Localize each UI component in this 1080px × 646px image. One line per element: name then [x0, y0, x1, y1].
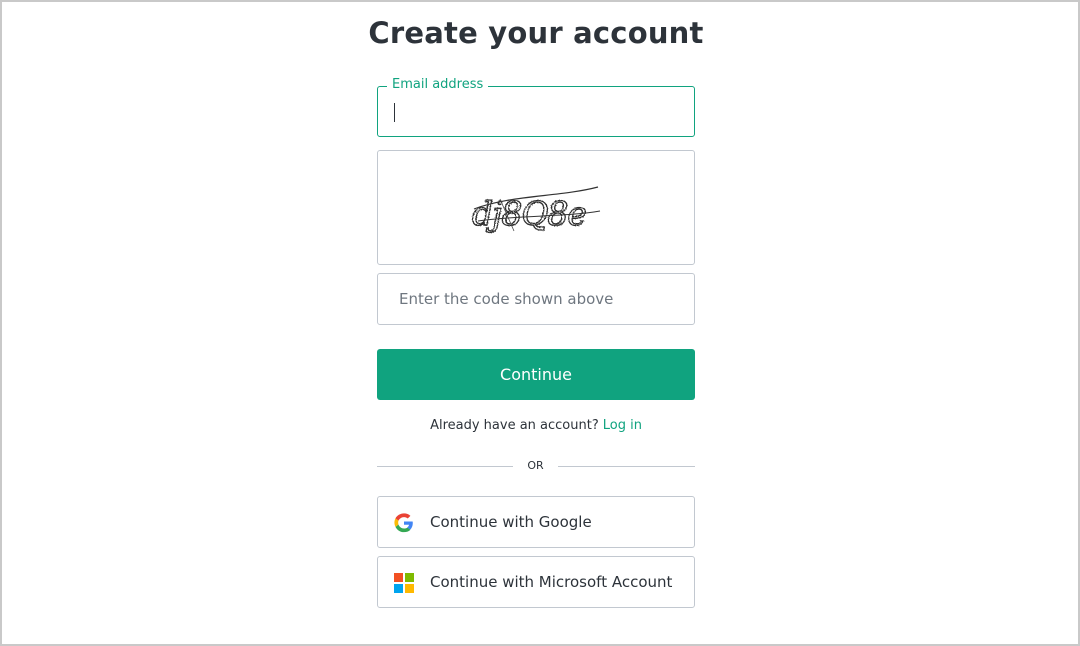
- email-field[interactable]: Email address: [377, 77, 695, 137]
- or-text: OR: [527, 459, 544, 472]
- captcha-box: dj8Q8e: [377, 150, 695, 265]
- captcha-image: dj8Q8e: [471, 186, 601, 234]
- page-title: Create your account: [368, 16, 704, 50]
- continue-with-google-button[interactable]: Continue with Google: [377, 496, 695, 548]
- continue-button[interactable]: Continue: [377, 349, 695, 400]
- continue-with-microsoft-button[interactable]: Continue with Microsoft Account: [377, 556, 695, 608]
- login-prompt-text: Already have an account?: [430, 418, 599, 433]
- captcha-code-field[interactable]: [377, 273, 695, 325]
- captcha-code-input[interactable]: [378, 274, 694, 324]
- login-link[interactable]: Log in: [603, 418, 642, 433]
- page-frame: Create your account Email address dj8Q8e…: [0, 0, 1080, 646]
- text-caret: [394, 103, 395, 122]
- divider-line-right: [558, 466, 695, 467]
- google-button-label: Continue with Google: [430, 513, 592, 531]
- google-icon: [394, 513, 413, 533]
- or-divider: OR: [377, 458, 695, 474]
- divider-line-left: [377, 466, 513, 467]
- captcha-text: dj8Q8e: [472, 194, 586, 233]
- microsoft-icon: [394, 573, 414, 593]
- microsoft-button-label: Continue with Microsoft Account: [430, 573, 673, 591]
- email-label: Email address: [387, 77, 489, 92]
- login-prompt-row: Already have an account? Log in: [377, 418, 695, 433]
